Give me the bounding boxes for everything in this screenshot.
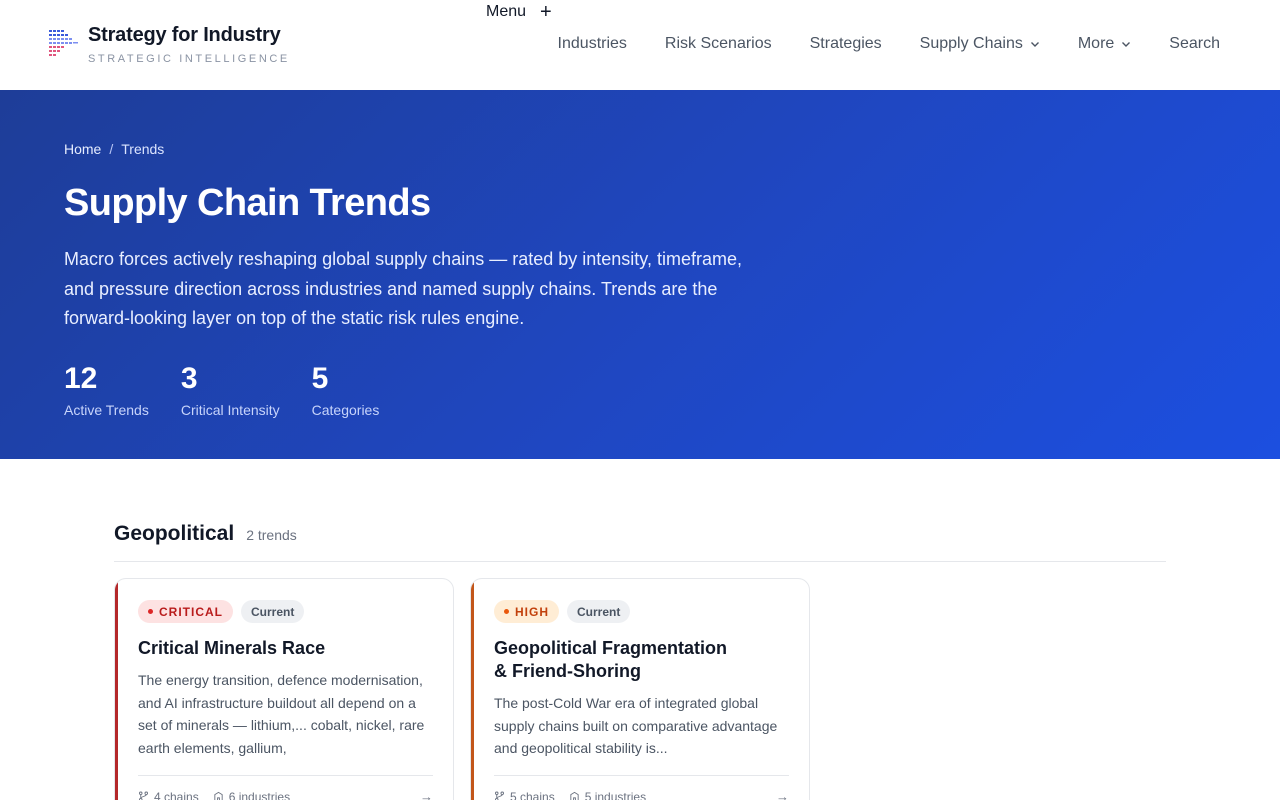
trend-card-geopolitical-fragmentation[interactable]: HIGH Current Geopolitical Fragmentation … — [470, 578, 810, 800]
nav-label: Supply Chains — [919, 35, 1023, 52]
chains-label: 4 chains — [154, 789, 199, 800]
site-header: Strategy for Industry STRATEGIC INTELLIG… — [0, 0, 1280, 90]
stats-row: 12 Active Trends 3 Critical Intensity 5 … — [64, 362, 411, 418]
timeframe-badge: Current — [567, 600, 631, 623]
status-dot-icon — [504, 609, 509, 614]
stat-value: 12 — [64, 362, 98, 395]
nav-label: Risk Scenarios — [664, 35, 772, 52]
plus-icon: + — [540, 1, 552, 23]
stat-label: Critical Intensity — [180, 402, 280, 418]
arrow-right-icon[interactable]: → — [420, 789, 433, 800]
status-dot-icon — [148, 609, 153, 614]
nav-search[interactable]: Search — [1169, 35, 1220, 53]
building-icon — [570, 791, 579, 800]
page-description: Macro forces actively reshaping global s… — [64, 249, 742, 328]
stat-value: 5 — [311, 362, 329, 395]
branch-icon — [495, 791, 504, 800]
nav-strategies[interactable]: Strategies — [810, 35, 882, 53]
intensity-badge: CRITICAL — [138, 600, 233, 623]
stat-label: Active Trends — [64, 402, 149, 418]
stat-critical-intensity: 3 Critical Intensity — [181, 362, 280, 418]
industries-count: 6 industries — [213, 790, 290, 800]
stat-active-trends: 12 Active Trends — [64, 362, 149, 418]
section-count: 2 trends — [246, 527, 297, 543]
intensity-label: HIGH — [515, 604, 549, 619]
card-description: The post-Cold War era of integrated glob… — [494, 695, 778, 756]
page-title: Supply Chain Trends — [64, 182, 431, 224]
brand-title: Strategy for Industry — [88, 24, 281, 46]
stat-categories: 5 Categories — [312, 362, 380, 418]
chains-label: 5 chains — [510, 789, 555, 800]
stat-value: 3 — [180, 362, 198, 395]
nav-label: Search — [1169, 35, 1220, 52]
logo-grid-icon — [49, 30, 78, 56]
building-icon — [214, 791, 223, 800]
breadcrumb-current: Trends — [121, 141, 165, 157]
nav-risk-scenarios[interactable]: Risk Scenarios — [665, 35, 772, 53]
nav-more[interactable]: More — [1078, 35, 1131, 53]
card-description: The energy transition, defence modernisa… — [138, 672, 425, 756]
brand-link[interactable]: Strategy for Industry STRATEGIC INTELLIG… — [48, 22, 290, 65]
chains-count: 4 chains — [138, 790, 199, 800]
industries-label: 6 industries — [228, 789, 291, 800]
breadcrumb-separator: / — [109, 141, 114, 157]
chevron-down-icon — [1030, 42, 1039, 47]
menu-label: Menu — [486, 3, 527, 20]
industries-count: 5 industries — [569, 790, 646, 800]
nav-label: Industries — [557, 35, 627, 52]
card-footer: 5 chains 5 industries → — [494, 775, 789, 800]
stat-label: Categories — [311, 402, 380, 418]
card-title: Critical Minerals Race — [138, 638, 326, 658]
chains-count: 5 chains — [494, 790, 555, 800]
branch-icon — [139, 791, 148, 800]
intensity-badge: HIGH — [494, 600, 559, 623]
menu-toggle-button[interactable]: Menu + — [486, 1, 552, 23]
trend-card-critical-minerals[interactable]: CRITICAL Current Critical Minerals Race … — [114, 578, 454, 800]
hero-banner: Home / Trends Supply Chain Trends Macro … — [0, 90, 1280, 459]
chevron-down-icon — [1122, 42, 1131, 47]
arrow-right-icon[interactable]: → — [776, 789, 789, 800]
breadcrumb: Home / Trends — [64, 141, 164, 157]
timeframe-badge: Current — [241, 600, 305, 623]
card-footer: 4 chains 6 industries → — [138, 775, 433, 800]
card-title: Geopolitical Fragmentation & Friend-Shor… — [494, 638, 728, 681]
section-header-geopolitical: Geopolitical 2 trends — [114, 522, 1166, 562]
intensity-label: CRITICAL — [159, 604, 223, 619]
industries-label: 5 industries — [584, 789, 647, 800]
nav-label: More — [1077, 35, 1115, 52]
breadcrumb-home-link[interactable]: Home — [64, 141, 101, 157]
section-title: Geopolitical — [114, 522, 235, 545]
nav-industries[interactable]: Industries — [558, 35, 627, 53]
nav-supply-chains[interactable]: Supply Chains — [920, 35, 1040, 53]
main-nav: Industries Risk Scenarios Strategies Sup… — [558, 35, 1220, 53]
nav-label: Strategies — [809, 35, 882, 52]
brand-subtitle: STRATEGIC INTELLIGENCE — [88, 53, 290, 65]
